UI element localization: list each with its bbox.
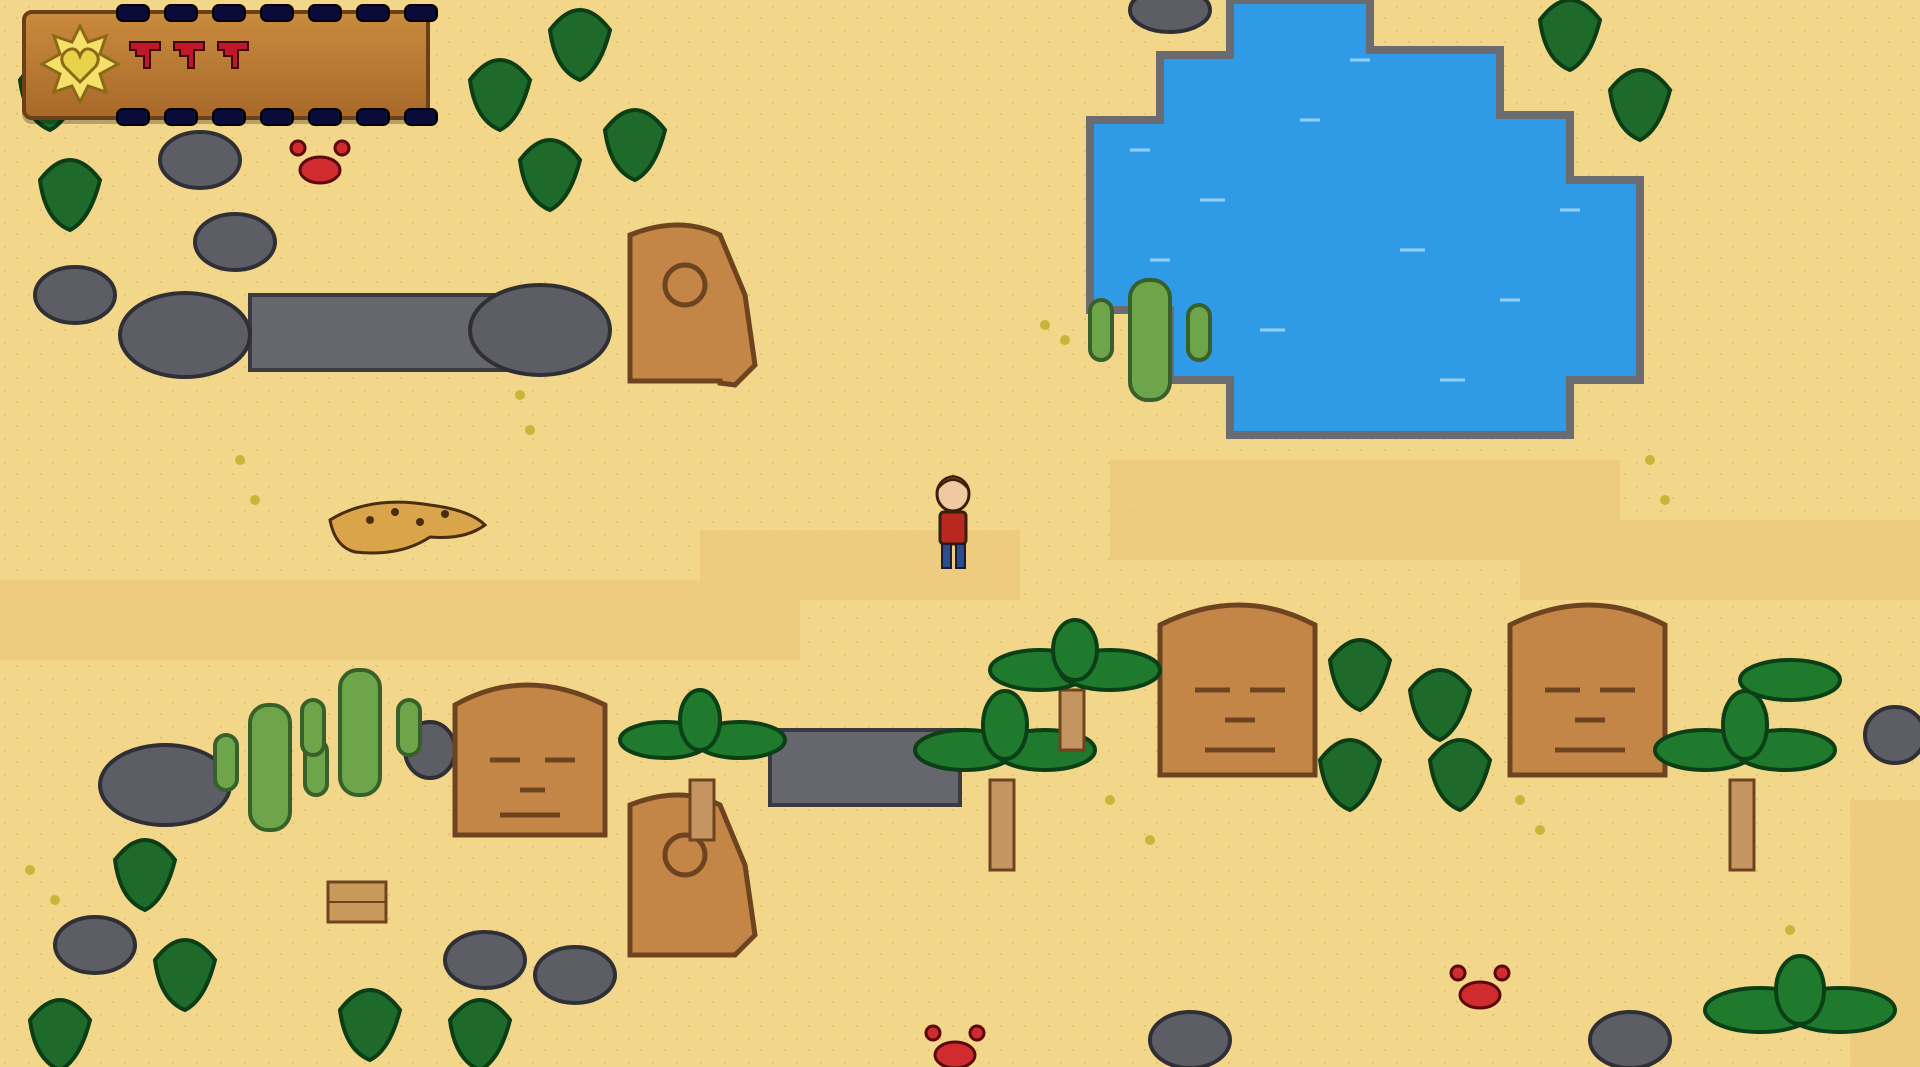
olmec-head-statue bbox=[1157, 602, 1318, 778]
health-heart-icon bbox=[217, 41, 249, 69]
health-hearts bbox=[126, 36, 252, 74]
health-heart-icon bbox=[129, 41, 161, 69]
health-heart-icon bbox=[173, 41, 205, 69]
game-world[interactable] bbox=[0, 0, 1920, 1067]
sun-heart-icon bbox=[40, 24, 120, 104]
hud-beads-bottom bbox=[116, 108, 438, 126]
olmec-head-statue bbox=[1507, 602, 1668, 778]
wooden-crate[interactable] bbox=[326, 880, 388, 924]
health-hud bbox=[22, 4, 438, 126]
rock-wall-upper bbox=[118, 283, 612, 379]
hud-beads-top bbox=[116, 4, 438, 22]
olmec-head-statue bbox=[452, 682, 608, 838]
